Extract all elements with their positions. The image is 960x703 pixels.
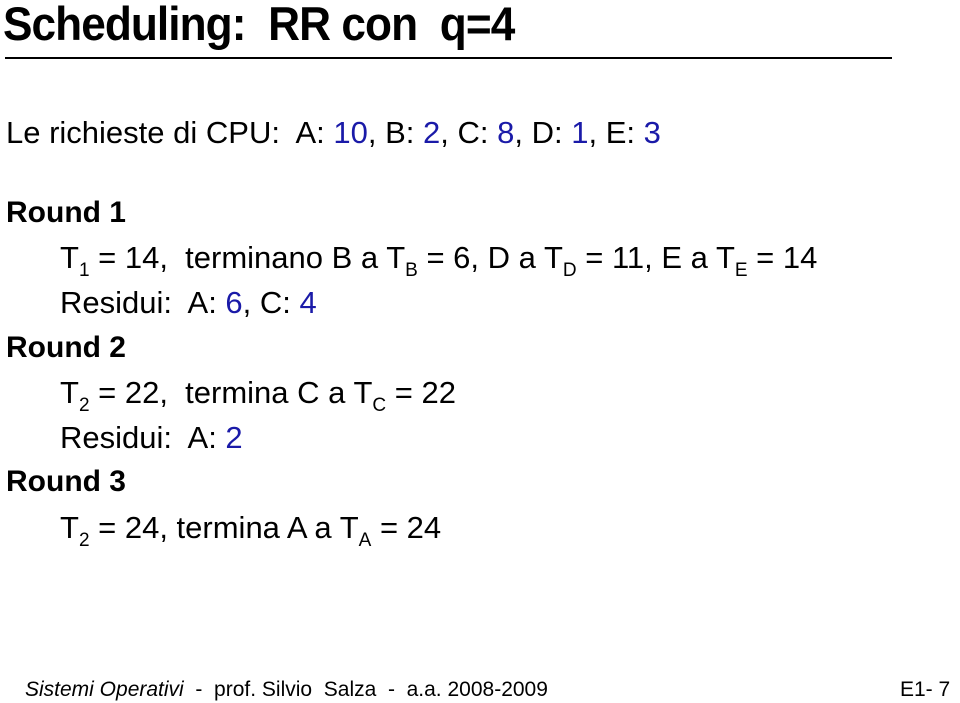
course-name: Sistemi Operativi	[25, 678, 184, 701]
req-b-label: B:	[385, 115, 423, 150]
residui-a-label: A:	[187, 285, 226, 320]
round-2-residui: Residui: A: 2	[60, 420, 243, 456]
title-underline	[5, 57, 892, 59]
req-d-label: D:	[531, 115, 572, 150]
residui-label: Residui:	[60, 285, 188, 320]
round-1-header: Round 1	[6, 196, 126, 229]
slide-title: Scheduling: RR con q=4	[3, 0, 515, 50]
round-time-text: = 14, terminano B a	[89, 240, 387, 275]
time-subscript: 2	[78, 395, 90, 416]
time-symbol: T	[60, 375, 79, 410]
separator: ,	[367, 115, 386, 150]
finish-text: = 6, D a	[417, 240, 544, 275]
round-2-times: T2 = 22, termina C a TC = 22	[60, 375, 456, 415]
req-c-value: 8	[497, 115, 515, 150]
req-a-label: A:	[295, 115, 334, 150]
course-details: - prof. Silvio Salza - a.a. 2008-2009	[183, 678, 548, 701]
time-subscript: B	[405, 260, 418, 281]
finish-text: = 11, E a	[576, 240, 716, 275]
req-e-label: E:	[605, 115, 644, 150]
round-3-times: T2 = 24, termina A a TA = 24	[60, 510, 442, 550]
round-1-times: T1 = 14, terminano B a TB = 6, D a TD = …	[60, 240, 818, 280]
finish-text: = 24	[371, 510, 442, 545]
req-c-label: C:	[457, 115, 498, 150]
separator: ,	[242, 285, 260, 320]
time-symbol: T	[543, 240, 563, 275]
residui-a-label: A:	[187, 420, 226, 455]
cpu-requests-label: Le richieste di CPU:	[6, 115, 296, 150]
residui-c-label: C:	[259, 285, 300, 320]
time-subscript: D	[562, 260, 577, 281]
page-number: E1- 7	[900, 678, 951, 701]
time-symbol: T	[60, 510, 79, 545]
separator: ,	[588, 115, 606, 150]
round-3-header: Round 3	[6, 465, 126, 498]
residui-c-value: 4	[299, 285, 317, 320]
time-symbol: T	[339, 510, 359, 545]
req-d-value: 1	[571, 115, 589, 150]
req-e-value: 3	[643, 115, 661, 150]
time-symbol: T	[353, 375, 373, 410]
cpu-requests-line: Le richieste di CPU: A: 10, B: 2, C: 8, …	[6, 115, 661, 151]
time-subscript: E	[734, 260, 748, 281]
round-2-header: Round 2	[6, 331, 126, 364]
residui-label: Residui:	[60, 420, 188, 455]
separator: ,	[440, 115, 458, 150]
finish-text: = 14	[747, 240, 818, 275]
round-1-residui: Residui: A: 6, C: 4	[60, 285, 317, 321]
req-a-value: 10	[333, 115, 368, 150]
separator: ,	[514, 115, 532, 150]
round-time-text: = 24, termina A a	[89, 510, 340, 545]
time-subscript: A	[358, 530, 372, 551]
finish-text: = 22	[386, 375, 456, 410]
residui-a-value: 2	[225, 420, 243, 455]
time-subscript: C	[372, 395, 387, 416]
time-subscript: 2	[78, 530, 90, 551]
req-b-value: 2	[423, 115, 441, 150]
time-subscript: 1	[78, 260, 90, 281]
time-symbol: T	[60, 240, 79, 275]
round-time-text: = 22, termina C a	[89, 375, 354, 410]
time-symbol: T	[715, 240, 735, 275]
time-symbol: T	[386, 240, 406, 275]
footer-course-info: Sistemi Operativi - prof. Silvio Salza -…	[25, 678, 548, 702]
residui-a-value: 6	[225, 285, 243, 320]
